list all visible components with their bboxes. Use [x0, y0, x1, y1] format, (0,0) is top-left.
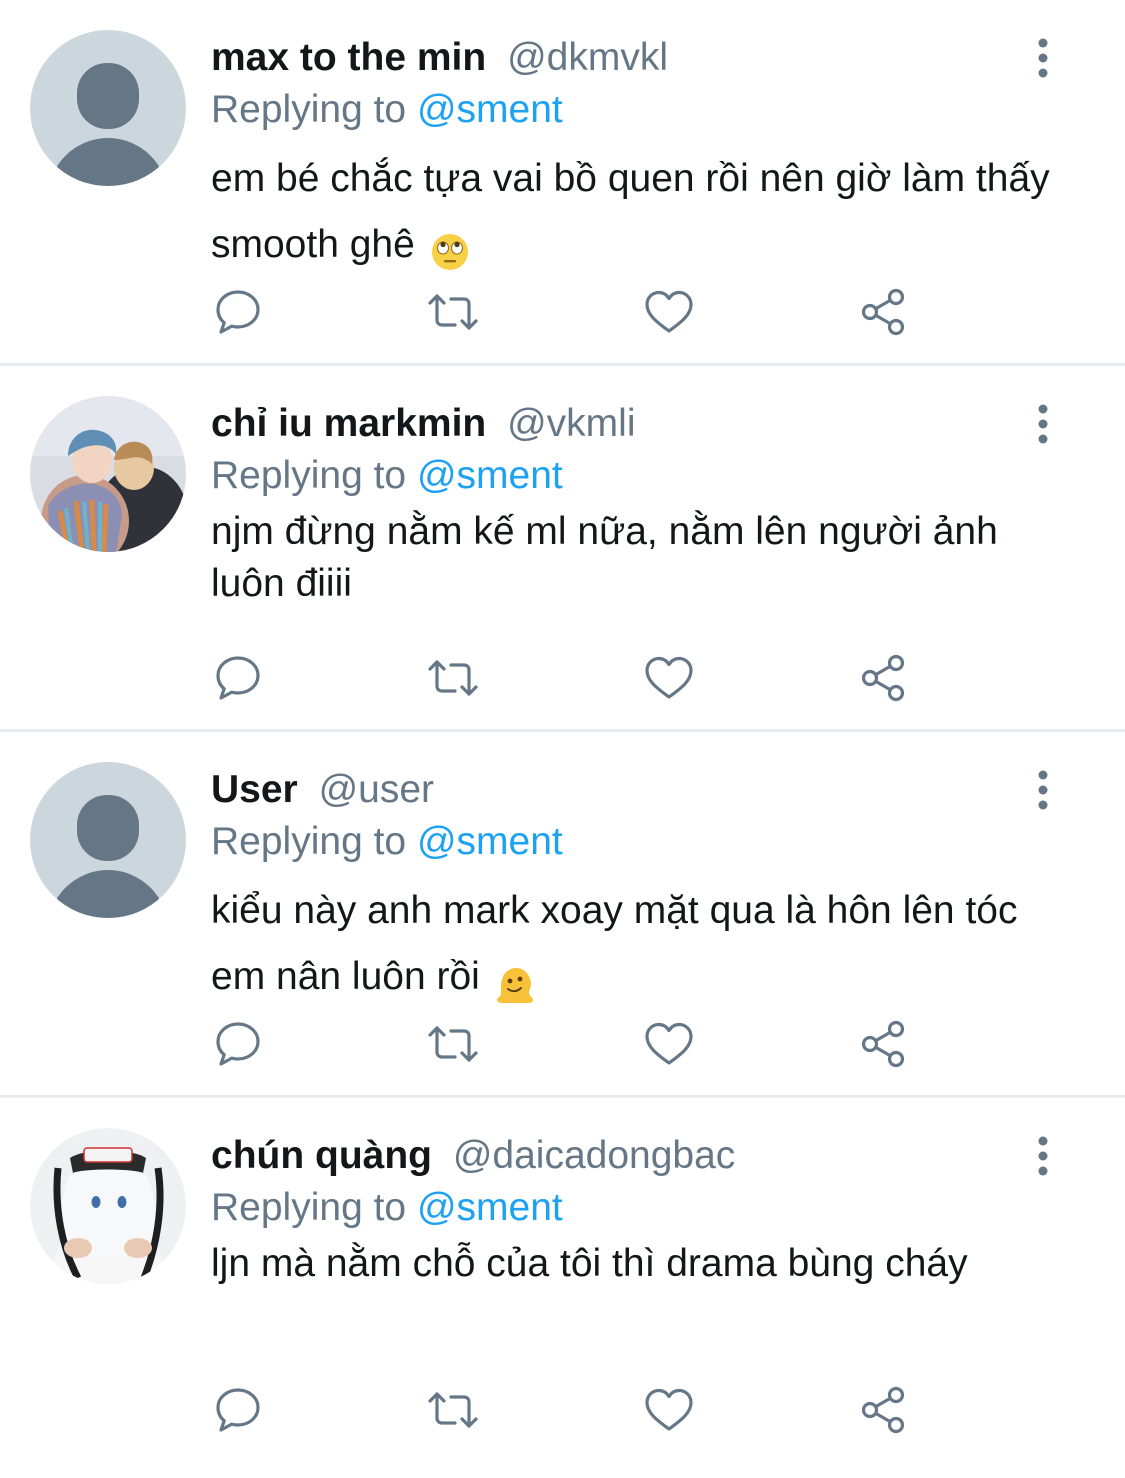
- retweet-icon[interactable]: [425, 284, 481, 340]
- default-avatar-icon: [30, 762, 186, 918]
- avatar[interactable]: [30, 762, 186, 918]
- tweet-text: kiểu này anh mark xoay mặt qua là hôn lê…: [211, 878, 1071, 1010]
- reply-icon[interactable]: [211, 284, 267, 340]
- retweet-icon[interactable]: [425, 1382, 481, 1438]
- replying-to: Replying to @sment: [211, 82, 563, 138]
- replying-prefix: Replying to: [211, 454, 407, 497]
- tweet[interactable]: chún quàng @daicadongbac Replying to @sm…: [0, 1098, 1125, 1461]
- tweet-actions: [211, 1016, 931, 1076]
- replying-to-link[interactable]: @sment: [417, 820, 563, 863]
- tweet[interactable]: max to the min @dkmvkl Replying to @smen…: [0, 0, 1125, 366]
- tweet[interactable]: chỉ iu markmin @vkmli Replying to @sment…: [0, 366, 1125, 732]
- replying-to-link[interactable]: @sment: [417, 88, 563, 131]
- melting-face-emoji-icon: [495, 959, 535, 1003]
- reply-icon[interactable]: [211, 1016, 267, 1072]
- replying-to-link[interactable]: @sment: [417, 1186, 563, 1229]
- default-avatar-icon: [30, 30, 186, 186]
- tweet-text: em bé chắc tựa vai bồ quen rồi nên giờ l…: [211, 146, 1071, 278]
- tweet-text: njm đừng nằm kế ml nữa, nằm lên người ản…: [211, 506, 1071, 610]
- replying-prefix: Replying to: [211, 1186, 407, 1229]
- display-name[interactable]: max to the min: [211, 36, 486, 79]
- tweet-header: chỉ iu markmin @vkmli: [211, 396, 636, 452]
- more-vertical-icon[interactable]: [1023, 404, 1063, 444]
- avatar[interactable]: [30, 1128, 186, 1284]
- share-icon[interactable]: [856, 650, 912, 706]
- heart-icon[interactable]: [641, 1382, 697, 1438]
- heart-icon[interactable]: [641, 1016, 697, 1072]
- tweet-text-content: kiểu này anh mark xoay mặt qua là hôn lê…: [211, 889, 1018, 998]
- user-handle[interactable]: @vkmli: [507, 402, 635, 445]
- eye-roll-emoji-icon: [430, 227, 470, 270]
- tweet-actions: [211, 1382, 931, 1442]
- tweet-actions: [211, 650, 931, 710]
- display-name[interactable]: chún quàng: [211, 1134, 432, 1177]
- replying-to: Replying to @sment: [211, 448, 563, 504]
- tweet-actions: [211, 284, 931, 344]
- share-icon[interactable]: [856, 1016, 912, 1072]
- photo-avatar-two-people-icon: [30, 396, 186, 552]
- reply-icon[interactable]: [211, 1382, 267, 1438]
- reply-feed: max to the min @dkmvkl Replying to @smen…: [0, 0, 1125, 1461]
- tweet-header: chún quàng @daicadongbac: [211, 1128, 735, 1184]
- share-icon[interactable]: [856, 284, 912, 340]
- user-handle[interactable]: @user: [319, 768, 434, 811]
- tweet-header: max to the min @dkmvkl: [211, 30, 668, 86]
- more-vertical-icon[interactable]: [1023, 770, 1063, 810]
- user-handle[interactable]: @dkmvkl: [507, 36, 668, 79]
- retweet-icon[interactable]: [425, 1016, 481, 1072]
- photo-avatar-plush-toy-icon: [30, 1128, 186, 1284]
- avatar[interactable]: [30, 396, 186, 552]
- display-name[interactable]: User: [211, 768, 298, 811]
- tweet-header: User @user: [211, 762, 434, 818]
- more-vertical-icon[interactable]: [1023, 1136, 1063, 1176]
- reply-icon[interactable]: [211, 650, 267, 706]
- tweet-text: ljn mà nằm chỗ của tôi thì drama bùng ch…: [211, 1238, 1071, 1290]
- heart-icon[interactable]: [641, 650, 697, 706]
- replying-to: Replying to @sment: [211, 1180, 563, 1236]
- replying-prefix: Replying to: [211, 820, 407, 863]
- avatar[interactable]: [30, 30, 186, 186]
- more-vertical-icon[interactable]: [1023, 38, 1063, 78]
- share-icon[interactable]: [856, 1382, 912, 1438]
- heart-icon[interactable]: [641, 284, 697, 340]
- retweet-icon[interactable]: [425, 650, 481, 706]
- replying-to: Replying to @sment: [211, 814, 563, 870]
- replying-to-link[interactable]: @sment: [417, 454, 563, 497]
- tweet-text-content: njm đừng nằm kế ml nữa, nằm lên người ản…: [211, 510, 998, 605]
- user-handle[interactable]: @daicadongbac: [453, 1134, 735, 1177]
- tweet-text-content: em bé chắc tựa vai bồ quen rồi nên giờ l…: [211, 157, 1050, 266]
- display-name[interactable]: chỉ iu markmin: [211, 402, 486, 445]
- tweet[interactable]: User @user Replying to @sment kiểu này a…: [0, 732, 1125, 1098]
- tweet-text-content: ljn mà nằm chỗ của tôi thì drama bùng ch…: [211, 1242, 968, 1285]
- replying-prefix: Replying to: [211, 88, 407, 131]
